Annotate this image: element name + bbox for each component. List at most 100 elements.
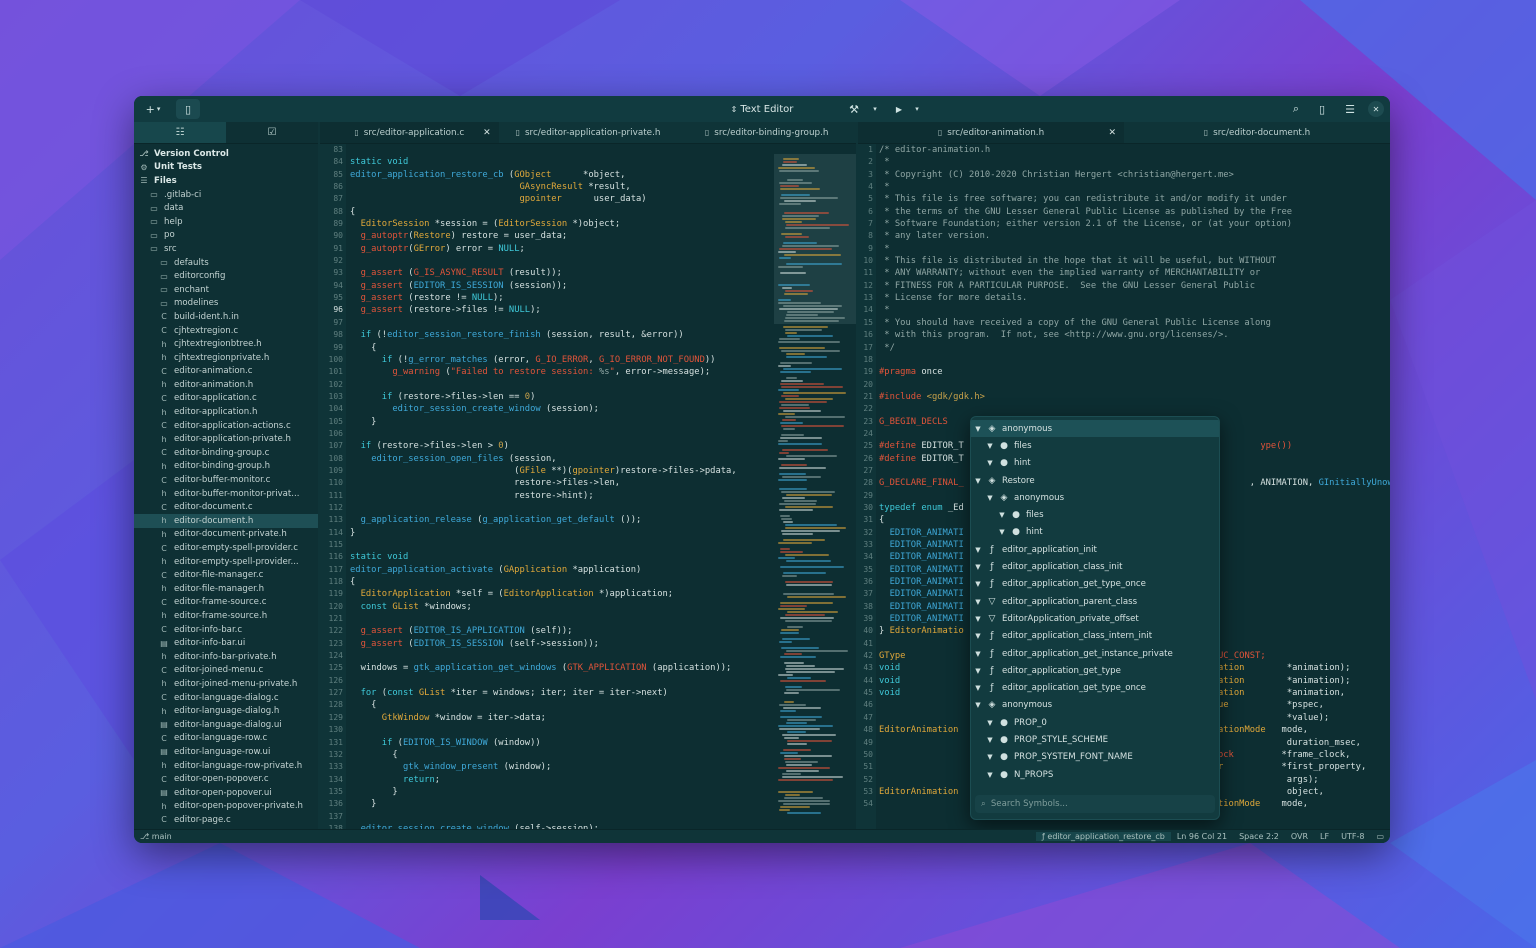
symbol-item[interactable]: ▼ ● hint (971, 455, 1219, 472)
expander-icon[interactable]: ▼ (985, 442, 995, 450)
symbol-item[interactable]: ▼ ▽ EditorApplication_private_offset (971, 610, 1219, 627)
tree-item[interactable]: Ceditor-application.c (134, 392, 318, 406)
keyboard-icon[interactable]: ▭ (1370, 832, 1390, 841)
expander-icon[interactable]: ▼ (973, 667, 983, 675)
tree-item[interactable]: h editor-open-popover-private.h (134, 800, 318, 814)
tree-item[interactable]: h cjhtextregionprivate.h (134, 351, 318, 365)
tree-item[interactable]: Ceditor-empty-spell-provider.c (134, 541, 318, 555)
tree-item[interactable]: h editor-language-row-private.h (134, 759, 318, 773)
symbol-item[interactable]: ▼ ◈ anonymous (971, 420, 1219, 438)
expander-icon[interactable]: ▼ (973, 477, 983, 485)
tree-item[interactable]: h editor-binding-group.h (134, 460, 318, 474)
tree-item[interactable]: ▭ src (134, 242, 318, 256)
indentation-setting[interactable]: Space 2:2 (1233, 832, 1285, 841)
tree-item[interactable]: Ceditor-page.c (134, 813, 318, 827)
encoding[interactable]: UTF-8 (1335, 832, 1370, 841)
expander-icon[interactable]: ▼ (973, 546, 983, 554)
tree-item[interactable]: ▤ editor-info-bar.ui (134, 636, 318, 650)
symbol-item[interactable]: ▼ ● hint (971, 524, 1219, 541)
cursor-position[interactable]: Ln 96 Col 21 (1171, 832, 1233, 841)
expander-icon[interactable]: ▼ (985, 719, 995, 727)
tree-item[interactable]: Ceditor-application-actions.c (134, 419, 318, 433)
build-menu-button[interactable]: ▾ (868, 99, 882, 119)
close-window-button[interactable]: ✕ (1368, 101, 1384, 117)
expander-icon[interactable]: ▼ (997, 511, 1007, 519)
symbol-item[interactable]: ▼ ◈ anonymous (971, 489, 1219, 506)
minimap-left[interactable] (774, 144, 856, 829)
toggle-sidebar-button[interactable]: ▯ (176, 99, 200, 119)
expander-icon[interactable]: ▼ (985, 771, 995, 779)
tree-item[interactable]: h editor-language-dialog.h (134, 704, 318, 718)
tree-item[interactable]: h editor-frame-source.h (134, 609, 318, 623)
symbol-item[interactable]: ▼ ƒ editor_application_get_instance_privat… (971, 645, 1219, 662)
main-menu-button[interactable]: ☰ (1340, 99, 1360, 119)
symbol-item[interactable]: ▼ ƒ editor_application_get_type_once (971, 576, 1219, 593)
tree-item[interactable]: Ceditor-open-popover.c (134, 772, 318, 786)
tree-item[interactable]: Ceditor-info-bar.c (134, 623, 318, 637)
symbol-item[interactable]: ▼ ƒ editor_application_class_init (971, 558, 1219, 575)
tree-item[interactable]: h editor-application-private.h (134, 432, 318, 446)
tree-item[interactable]: ⚙ Unit Tests (134, 161, 318, 175)
tree-item[interactable]: Ceditor-joined-menu.c (134, 664, 318, 678)
tree-item[interactable]: Ceditor-animation.c (134, 365, 318, 379)
expander-icon[interactable]: ▼ (997, 528, 1007, 536)
expander-icon[interactable]: ▼ (973, 425, 983, 433)
editor-tab[interactable]: ▯ src/editor-application-private.h (499, 122, 678, 143)
tree-item[interactable]: h cjhtextregionbtree.h (134, 337, 318, 351)
expander-icon[interactable]: ▼ (985, 753, 995, 761)
expander-icon[interactable]: ▼ (973, 580, 983, 588)
symbol-item[interactable]: ▼ ● files (971, 437, 1219, 454)
expander-icon[interactable]: ▼ (973, 563, 983, 571)
tree-item[interactable]: Ceditor-file-manager.c (134, 568, 318, 582)
editor-tab[interactable]: ▯ src/editor-application.c ✕ (320, 122, 499, 143)
tab-todo[interactable]: ☑ (226, 122, 318, 143)
tree-item[interactable]: ▭ .gitlab-ci (134, 188, 318, 202)
symbol-item[interactable]: ▼ ƒ editor_application_init (971, 541, 1219, 558)
tree-item[interactable]: ☰ Files (134, 174, 318, 188)
run-menu-button[interactable]: ▾ (910, 99, 924, 119)
expander-icon[interactable]: ▼ (985, 736, 995, 744)
close-tab-icon[interactable]: ✕ (1108, 128, 1116, 138)
tree-item[interactable]: Ceditor-binding-group.c (134, 446, 318, 460)
run-button[interactable]: ▶ (892, 99, 906, 119)
expander-icon[interactable]: ▼ (985, 459, 995, 467)
editor-tab[interactable]: ▯ src/editor-document.h (1124, 122, 1390, 143)
tree-item[interactable]: h editor-info-bar-private.h (134, 650, 318, 664)
tree-item[interactable]: ▭ defaults (134, 256, 318, 270)
tree-item[interactable]: h editor-joined-menu-private.h (134, 677, 318, 691)
tree-item[interactable]: h editor-document.h (134, 514, 318, 528)
tree-item[interactable]: ⎇ Version Control (134, 147, 318, 161)
tree-item[interactable]: ▭ modelines (134, 297, 318, 311)
tree-item[interactable]: Ceditor-frame-source.c (134, 596, 318, 610)
tree-item[interactable]: ▭ help (134, 215, 318, 229)
close-tab-icon[interactable]: ✕ (483, 128, 491, 138)
symbol-item[interactable]: ▼ ● N_PROPS (971, 766, 1219, 783)
tab-project-tree[interactable]: ☷ (134, 122, 226, 143)
symbol-search-field[interactable]: ⌕ Search Symbols... (975, 795, 1215, 813)
tree-item[interactable]: ▭ data (134, 201, 318, 215)
toggle-right-panel-button[interactable]: ▯ (1312, 99, 1332, 119)
symbol-item[interactable]: ▼ ƒ editor_application_get_type (971, 662, 1219, 679)
symbol-item[interactable]: ▼ ▽ editor_application_parent_class (971, 593, 1219, 610)
tree-item[interactable]: h editor-application.h (134, 405, 318, 419)
expander-icon[interactable]: ▼ (973, 650, 983, 658)
symbol-item[interactable]: ▼ ● PROP_STYLE_SCHEME (971, 731, 1219, 748)
tree-item[interactable]: Ccjhtextregion.c (134, 324, 318, 338)
expander-icon[interactable]: ▼ (973, 632, 983, 640)
new-tab-button[interactable]: + ▾ (140, 99, 166, 119)
expander-icon[interactable]: ▼ (973, 684, 983, 692)
tree-item[interactable]: Ceditor-document.c (134, 500, 318, 514)
tree-item[interactable]: Cbuild-ident.h.in (134, 310, 318, 324)
symbol-item[interactable]: ▼ ◈ anonymous (971, 697, 1219, 714)
expander-icon[interactable]: ▼ (985, 494, 995, 502)
tree-item[interactable]: Ceditor-language-row.c (134, 732, 318, 746)
tree-item[interactable]: ▤ editor-open-popover.ui (134, 786, 318, 800)
expander-icon[interactable]: ▼ (973, 615, 983, 623)
symbol-item[interactable]: ▼ ƒ editor_application_get_type_once (971, 679, 1219, 696)
search-button[interactable]: ⌕ (1286, 99, 1306, 119)
tree-item[interactable]: h editor-document-private.h (134, 528, 318, 542)
symbol-item[interactable]: ▼ ◈ Restore (971, 472, 1219, 489)
current-symbol-button[interactable]: ƒ editor_application_restore_cb (1036, 832, 1171, 841)
tree-item[interactable]: ▭ enchant (134, 283, 318, 297)
symbol-item[interactable]: ▼ ● PROP_SYSTEM_FONT_NAME (971, 749, 1219, 766)
